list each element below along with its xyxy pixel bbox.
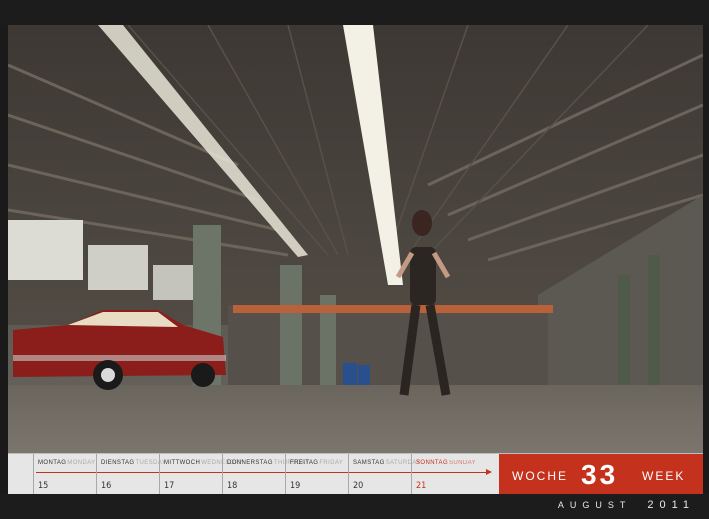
day-tuesday: DIENSTAGTUESDAY 16 — [96, 454, 166, 495]
day-date: 18 — [227, 481, 238, 491]
calendar-photo — [8, 25, 703, 453]
day-name-de: SONNTAG — [416, 460, 449, 466]
weekday-columns: MONTAGMONDAY 15 DIENSTAGTUESDAY 16 MITTW… — [8, 454, 498, 495]
day-date: 20 — [353, 481, 364, 491]
top-frame — [0, 0, 709, 25]
day-wednesday: MITTWOCHWEDNESDAY 17 — [159, 454, 243, 495]
day-name-de: DIENSTAG — [101, 460, 135, 466]
year-label: 2011 — [647, 499, 695, 511]
day-monday: MONTAGMONDAY 15 — [33, 454, 96, 495]
bottom-frame: AUGUST 2011 — [0, 494, 709, 519]
day-name-de: DONNERSTAG — [227, 460, 273, 466]
week-strip: MONTAGMONDAY 15 DIENSTAGTUESDAY 16 MITTW… — [8, 453, 703, 495]
day-date: 16 — [101, 481, 112, 491]
day-saturday: SAMSTAGSATURDAY 20 — [348, 454, 420, 495]
day-name-de: FREITAG — [290, 460, 319, 466]
day-friday: FREITAGFRIDAY 19 — [285, 454, 348, 495]
day-name-en: FRIDAY — [319, 460, 344, 466]
week-number-box: WOCHE 33 WEEK — [499, 454, 703, 495]
week-label-de: WOCHE — [512, 469, 568, 483]
month-label: AUGUST — [557, 500, 632, 510]
day-thursday: DONNERSTAGTHURSDAY 18 — [222, 454, 309, 495]
day-name-en: SUNDAY — [449, 460, 476, 466]
day-name-de: SAMSTAG — [353, 460, 385, 466]
warehouse-scene-illustration — [8, 25, 703, 453]
day-name-de: MONTAG — [38, 460, 67, 466]
day-name-en: MONDAY — [67, 460, 96, 466]
day-date: 19 — [290, 481, 301, 491]
day-date: 15 — [38, 481, 49, 491]
day-sunday: SONNTAGSUNDAY 21 — [411, 454, 498, 495]
week-number: 33 — [581, 459, 619, 490]
day-name-de: MITTWOCH — [164, 460, 201, 466]
month-year: AUGUST 2011 — [558, 499, 695, 511]
day-date: 21 — [416, 481, 427, 491]
week-label-en: WEEK — [642, 469, 686, 483]
day-date: 17 — [164, 481, 175, 491]
